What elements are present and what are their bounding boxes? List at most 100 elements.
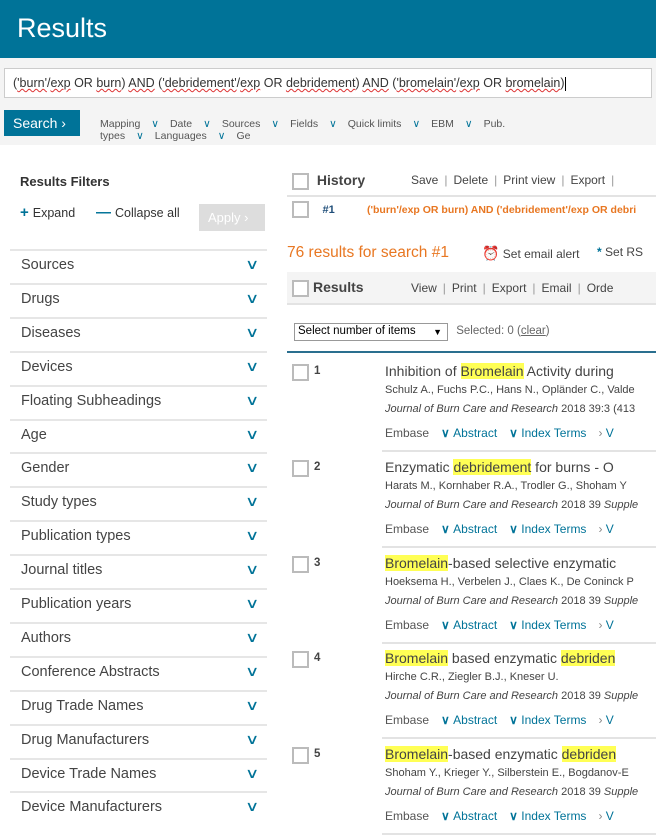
result-checkbox[interactable] (292, 459, 309, 477)
index-terms-toggle[interactable]: ∨ Index Terms (509, 522, 586, 536)
chevron-down-icon: ∨ (244, 256, 260, 272)
abstract-toggle[interactable]: ∨ Abstract (441, 426, 497, 440)
index-terms-toggle[interactable]: ∨ Index Terms (509, 713, 586, 727)
result-checkbox[interactable] (292, 555, 309, 573)
filter-item-floating-subheadings[interactable]: Floating Subheadings ∨ (10, 384, 267, 419)
abstract-toggle[interactable]: ∨ Abstract (441, 713, 497, 727)
set-rss-link[interactable]: * Set RS (597, 245, 656, 259)
filter-label: Date (169, 118, 193, 130)
filter-item-drug-trade-names[interactable]: Drug Trade Names ∨ (10, 689, 267, 724)
more-link[interactable]: › V (598, 713, 613, 727)
filter-item-device-manufacturers[interactable]: Device Manufacturers ∨ (10, 791, 267, 825)
more-link[interactable]: › V (598, 522, 613, 536)
result-links: Embase ∨ Abstract ∨ Index Terms › V (385, 809, 653, 823)
journal-detail: 2018 39 (558, 786, 604, 799)
abstract-toggle[interactable]: ∨ Abstract (441, 809, 497, 823)
toggle-label: Abstract (453, 617, 498, 632)
history-entry-query[interactable]: ('burn'/exp OR burn) AND ('debridement'/… (367, 204, 656, 216)
query-token: AND (362, 76, 389, 90)
result-title-link[interactable]: Enzymatic debridement for burns - O (385, 457, 653, 477)
search-query-input[interactable]: ('burn'/exp OR burn) AND ('debridement'/… (4, 68, 652, 98)
query-token: burn (96, 76, 122, 90)
apply-label: Apply (208, 210, 241, 225)
clear-selection-link[interactable]: clear (521, 325, 546, 337)
search-filter-bar: Mapping ∨ Date ∨ Sources ∨ Fields ∨ Quick limits… (100, 118, 652, 142)
result-title-link[interactable]: Bromelain based enzymatic debriden (385, 648, 653, 668)
filter-item-drug-manufacturers[interactable]: Drug Manufacturers ∨ (10, 723, 267, 758)
collapse-all-button[interactable]: — Collapse all (96, 204, 180, 221)
filter-item-diseases[interactable]: Diseases ∨ (10, 316, 267, 351)
more-link[interactable]: › V (598, 618, 613, 632)
result-number: 1 (314, 365, 321, 377)
export-link[interactable]: Export (570, 173, 605, 187)
result-links: Embase ∨ Abstract ∨ Index Terms › V (385, 522, 653, 536)
search-term-highlight: Bromelain (385, 554, 449, 571)
result-checkbox[interactable] (292, 747, 309, 765)
chevron-down-icon: ∨ (244, 730, 260, 747)
filter-item-device-trade-names[interactable]: Device Trade Names ∨ (10, 757, 267, 792)
filter-item-authors[interactable]: Authors ∨ (10, 621, 267, 656)
index-terms-toggle[interactable]: ∨ Index Terms (509, 426, 586, 440)
result-checkbox[interactable] (292, 364, 309, 381)
filter-fields[interactable]: Fields ∨ (290, 118, 337, 130)
print-link[interactable]: Print (452, 281, 477, 295)
filter-ge[interactable]: Ge (236, 130, 261, 142)
index-terms-toggle[interactable]: ∨ Index Terms (509, 618, 586, 632)
title-text: -based enzymatic (448, 746, 562, 763)
result-content: Bromelain based enzymatic debriden Hirche… (385, 648, 653, 727)
more-link[interactable]: › V (598, 426, 613, 440)
filter-mapping[interactable]: Mapping ∨ (100, 118, 159, 130)
chevron-down-icon: ∨ (441, 521, 454, 536)
abstract-toggle[interactable]: ∨ Abstract (441, 522, 497, 536)
journal-detail-italic: Supple (603, 786, 639, 799)
history-entry-number[interactable]: #1 (322, 204, 334, 216)
query-token: bromelain (505, 76, 561, 90)
filter-item-conference-abstracts[interactable]: Conference Abstracts ∨ (10, 655, 267, 690)
orde-link[interactable]: Orde (587, 281, 614, 295)
filter-sources[interactable]: Sources ∨ (222, 118, 279, 130)
filter-quick-limits[interactable]: Quick limits ∨ (348, 118, 420, 130)
select-number-dropdown[interactable]: Select number of items ▼ (294, 323, 448, 341)
filter-languages[interactable]: Languages ∨ (155, 130, 226, 142)
filter-label: EBM (431, 118, 454, 130)
filter-ebm[interactable]: EBM ∨ (431, 118, 472, 130)
filter-item-age[interactable]: Age ∨ (10, 418, 267, 453)
filter-date[interactable]: Date ∨ (170, 118, 211, 130)
history-select-all-checkbox[interactable] (292, 172, 309, 190)
filter-item-study-types[interactable]: Study types ∨ (10, 486, 267, 520)
email-link[interactable]: Email (542, 281, 572, 295)
expand-button[interactable]: + Expand (20, 204, 75, 221)
filter-item-publication-years[interactable]: Publication years ∨ (10, 588, 267, 622)
result-title-link[interactable]: Bromelain-based selective enzymatic (385, 553, 653, 573)
export-link[interactable]: Export (492, 281, 527, 295)
result-title-link[interactable]: Bromelain-based enzymatic debriden (385, 744, 653, 764)
more-link[interactable]: › V (598, 809, 613, 823)
filter-item-sources[interactable]: Sources ∨ (10, 249, 267, 283)
save-link[interactable]: Save (411, 173, 438, 187)
apply-button[interactable]: Apply › (199, 204, 265, 231)
filter-item-drugs[interactable]: Drugs ∨ (10, 282, 267, 317)
filter-item-publication-types[interactable]: Publication types ∨ (10, 520, 267, 554)
history-entry: #1 (292, 201, 335, 218)
search-term-highlight: Bromelain (385, 746, 449, 763)
history-entry-checkbox[interactable] (292, 201, 309, 218)
delete-link[interactable]: Delete (453, 173, 488, 187)
abstract-toggle[interactable]: ∨ Abstract (441, 618, 497, 632)
filter-item-devices[interactable]: Devices ∨ (10, 350, 267, 385)
result-title-link[interactable]: Inhibition of Bromelain Activity during (385, 361, 653, 381)
result-checkbox[interactable] (292, 651, 309, 669)
index-terms-toggle[interactable]: ∨ Index Terms (509, 809, 586, 823)
search-button[interactable]: Search › (4, 110, 80, 136)
source-label: Embase (385, 809, 430, 824)
filter-item-journal-titles[interactable]: Journal titles ∨ (10, 554, 267, 588)
filter-item-gender[interactable]: Gender ∨ (10, 452, 267, 486)
result-content: Bromelain-based selective enzymatic Hoeks… (385, 553, 653, 632)
toggle-label: Index Terms (521, 426, 587, 440)
results-select-all-checkbox[interactable] (292, 279, 309, 297)
print-view-link[interactable]: Print view (503, 173, 555, 187)
separator: | (532, 281, 536, 295)
separator: | (442, 281, 446, 295)
results-count-text: 76 results for search #1 (287, 244, 449, 261)
view-link[interactable]: View (411, 281, 437, 295)
set-email-alert-link[interactable]: ⏰ Set email alert (482, 245, 579, 262)
